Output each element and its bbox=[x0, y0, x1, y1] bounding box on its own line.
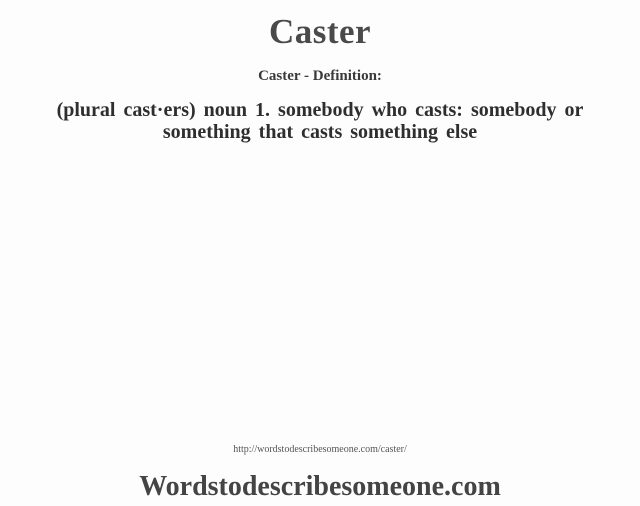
definition-line: something that casts something else bbox=[162, 121, 478, 143]
word-title: Caster bbox=[268, 12, 372, 51]
source-url: http://wordstodescribesomeone.com/caster… bbox=[233, 444, 407, 455]
definition-subtitle: Caster - Definition: bbox=[258, 68, 382, 84]
definition-line: (plural cast·ers) noun 1. somebody who c… bbox=[56, 99, 584, 121]
definition-text: (plural cast·ers) noun 1. somebody who c… bbox=[24, 99, 616, 143]
site-brand: Wordstodescribesomeone.com bbox=[139, 471, 501, 502]
